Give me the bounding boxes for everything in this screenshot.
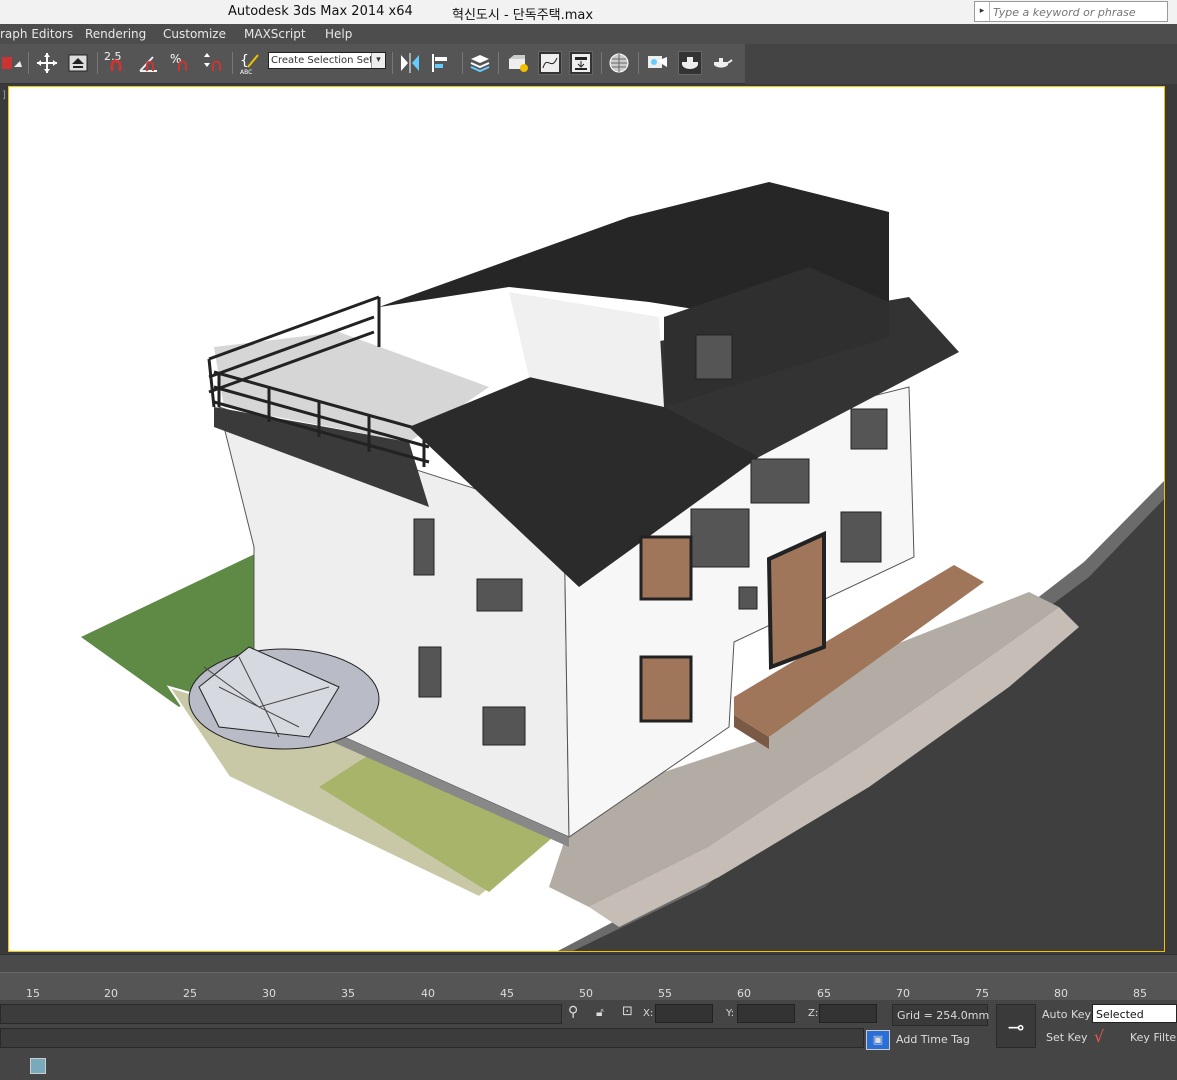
set-keys-button[interactable]: ⊸	[996, 1004, 1036, 1048]
timeline-tick: 65	[817, 987, 831, 1000]
toolbar-separator	[232, 52, 233, 74]
timeline-tick: 75	[975, 987, 989, 1000]
title-bar: Autodesk 3ds Max 2014 x64 혁신도시 - 단독주택.ma…	[0, 0, 1177, 24]
toolbar-separator	[28, 52, 29, 74]
status-prompt-line	[0, 1004, 562, 1024]
set-key-button[interactable]: Set Key	[1046, 1031, 1088, 1044]
snap-toggle-icon[interactable]: 2.5	[104, 50, 128, 75]
timeline-tick: 70	[896, 987, 910, 1000]
perspective-viewport[interactable]	[8, 86, 1165, 952]
grid-size-label: Grid = 254.0mm	[897, 1009, 990, 1022]
isolate-selection-icon[interactable]: ⚲	[568, 1004, 578, 1020]
lock-icon[interactable]: 🔓︎	[596, 1005, 604, 1020]
menu-graph-editors[interactable]: raph Editors	[0, 27, 73, 41]
selection-set-label: Create Selection Set	[271, 55, 374, 66]
status-info-line	[0, 1028, 864, 1048]
timeline-tick: 85	[1133, 987, 1147, 1000]
layer-manager-icon[interactable]	[468, 51, 492, 75]
z-coordinate-field[interactable]	[819, 1004, 877, 1023]
percent-snap-icon[interactable]: %	[169, 51, 193, 75]
scene-explorer-icon[interactable]	[506, 51, 530, 75]
front-door	[766, 530, 826, 670]
spinner-snap-icon[interactable]	[201, 51, 225, 75]
auto-key-button[interactable]: Auto Key	[1042, 1008, 1091, 1021]
search-input[interactable]	[991, 2, 1165, 23]
key-icon: ⊸	[1007, 1015, 1025, 1039]
render-icon[interactable]	[710, 51, 734, 75]
toolbar-separator	[97, 52, 98, 74]
select-and-place-icon[interactable]	[66, 51, 90, 75]
menu-maxscript[interactable]: MAXScript	[244, 27, 306, 41]
mirror-icon[interactable]	[398, 51, 422, 75]
select-move-icon[interactable]	[35, 51, 59, 75]
z-label: Z:	[808, 1008, 819, 1019]
y-label: Y:	[726, 1008, 735, 1019]
timeline-tick: 80	[1054, 987, 1068, 1000]
timeline-tick: 25	[183, 987, 197, 1000]
key-mode-icon[interactable]: √	[1094, 1027, 1104, 1046]
curve-editor-icon[interactable]	[538, 51, 562, 75]
toolbar-separator	[601, 52, 602, 74]
search-box[interactable]: ▸	[974, 1, 1168, 23]
menu-help[interactable]: Help	[325, 27, 352, 41]
viewport-label[interactable]: ]	[2, 90, 6, 101]
toolbar-separator	[392, 52, 393, 74]
y-coordinate-field[interactable]	[737, 1004, 795, 1023]
selection-filter-dropdown[interactable]: Selected	[1092, 1004, 1177, 1023]
edit-named-selection-icon[interactable]: {ABC	[238, 51, 262, 76]
toolbar-separator	[462, 52, 463, 74]
key-filters-button[interactable]: Key Filter	[1130, 1031, 1177, 1044]
select-region-icon[interactable]	[0, 51, 24, 75]
timeline-tick: 20	[104, 987, 118, 1000]
menu-rendering[interactable]: Rendering	[85, 27, 146, 41]
render-setup-icon[interactable]	[645, 51, 669, 75]
add-time-tag-button[interactable]: Add Time Tag	[896, 1033, 970, 1046]
timeline-tick: 15	[26, 987, 40, 1000]
house-render	[81, 182, 1164, 951]
timeline-tick: 40	[421, 987, 435, 1000]
toolbar-separator	[638, 52, 639, 74]
timeline-tick: 55	[658, 987, 672, 1000]
schematic-view-icon[interactable]	[569, 51, 593, 75]
toolbar-empty-area	[745, 44, 1177, 84]
menu-bar: raph Editors Rendering Customize MAXScri…	[0, 24, 1177, 44]
angle-snap-icon[interactable]	[137, 51, 161, 75]
search-arrow-icon[interactable]: ▸	[975, 2, 990, 21]
svg-text:ABC: ABC	[240, 69, 252, 75]
time-tag-icon[interactable]: ▣	[866, 1030, 890, 1050]
selection-set-dropdown[interactable]: Create Selection Set ▾	[268, 52, 386, 69]
timeline-tick: 45	[500, 987, 514, 1000]
app-title: Autodesk 3ds Max 2014 x64	[228, 4, 413, 19]
material-editor-icon[interactable]	[607, 51, 631, 75]
wood-panel-upper	[639, 535, 693, 601]
selection-filter-value: Selected	[1096, 1008, 1144, 1021]
timeline-tick: 60	[737, 987, 751, 1000]
main-toolbar: 2.5 % {ABC Create Selection Set ▾	[0, 44, 745, 84]
x-coordinate-field[interactable]	[655, 1004, 713, 1023]
menu-customize[interactable]: Customize	[163, 27, 226, 41]
timeline-tick: 30	[262, 987, 276, 1000]
timeline-tick: 35	[341, 987, 355, 1000]
absolute-mode-icon[interactable]: ⊡	[622, 1004, 633, 1019]
rendered-frame-icon[interactable]	[678, 51, 702, 75]
timeline-tick: 50	[579, 987, 593, 1000]
maxscript-listener-icon[interactable]	[30, 1058, 46, 1074]
align-icon[interactable]	[430, 51, 454, 75]
chevron-down-icon[interactable]: ▾	[371, 53, 385, 68]
toolbar-separator	[498, 52, 499, 74]
wood-panel-lower	[639, 655, 693, 723]
x-label: X:	[643, 1008, 654, 1019]
grid-size-display: Grid = 254.0mm	[892, 1004, 990, 1026]
file-title: 혁신도시 - 단독주택.max	[452, 8, 594, 23]
